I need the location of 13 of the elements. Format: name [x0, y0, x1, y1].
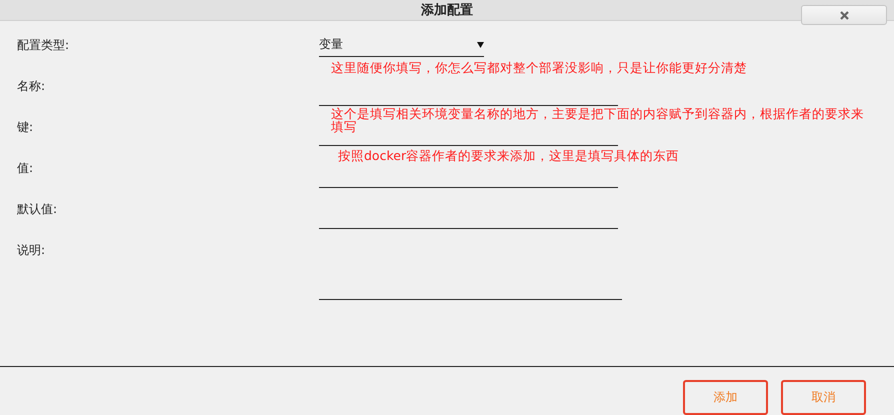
window-title: 添加配置	[421, 2, 473, 19]
type-select[interactable]: 变量	[319, 33, 484, 57]
annotation-text: 按照docker容器作者的要求来添加，这里是填写具体的东西	[338, 149, 680, 162]
field-label: 值:	[16, 160, 34, 177]
add-button[interactable]: 添加	[683, 380, 768, 415]
field-label: 配置类型:	[16, 37, 70, 54]
cancel-button[interactable]: 取消	[781, 380, 866, 415]
field-label: 名称:	[16, 78, 46, 95]
annotation-text: 这里随便你填写，你怎么写都对整个部署没影响，只是让你能更好分清楚	[331, 61, 748, 74]
field-label: 键:	[16, 119, 34, 136]
annotation-text: 这个是填写相关环境变量名称的地方，主要是把下面的内容赋予到容器内，根据作者的要求来填写	[331, 107, 865, 133]
field-label: 默认值:	[16, 201, 58, 218]
field-label: 说明:	[16, 242, 46, 259]
